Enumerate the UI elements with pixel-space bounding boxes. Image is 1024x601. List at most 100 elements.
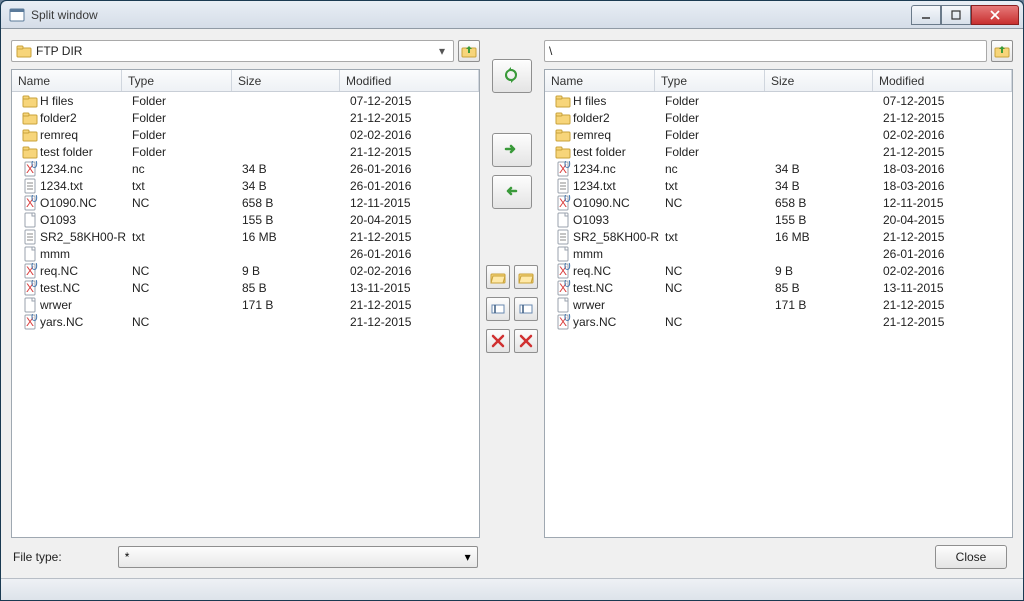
- table-row[interactable]: O1093 155 B 20-04-2015: [12, 211, 479, 228]
- titlebar[interactable]: Split window: [1, 1, 1023, 29]
- table-row[interactable]: SR2_58KH00-R... txt 16 MB 21-12-2015: [12, 228, 479, 245]
- file-modified: 12-11-2015: [344, 196, 479, 210]
- table-row[interactable]: req.NC NC 9 B 02-02-2016: [545, 262, 1012, 279]
- file-name: mmm: [40, 247, 70, 261]
- table-row[interactable]: test.NC NC 85 B 13-11-2015: [545, 279, 1012, 296]
- file-size: 155 B: [236, 213, 344, 227]
- rename-left-button[interactable]: [486, 297, 510, 321]
- open-left-button[interactable]: [486, 265, 510, 289]
- table-row[interactable]: wrwer 171 B 21-12-2015: [545, 296, 1012, 313]
- folder-icon: [555, 110, 571, 126]
- txt-icon: [22, 178, 38, 194]
- delete-right-button[interactable]: [514, 329, 538, 353]
- rename-right-button[interactable]: [514, 297, 538, 321]
- file-modified: 21-12-2015: [344, 315, 479, 329]
- maximize-button[interactable]: [941, 5, 971, 25]
- file-modified: 13-11-2015: [877, 281, 1012, 295]
- table-row[interactable]: mmm 26-01-2016: [12, 245, 479, 262]
- file-size: 85 B: [236, 281, 344, 295]
- file-name: yars.NC: [40, 315, 83, 329]
- file-icon: [22, 246, 38, 262]
- file-modified: 18-03-2016: [877, 162, 1012, 176]
- window-title: Split window: [31, 8, 911, 22]
- file-type: NC: [126, 315, 236, 329]
- refresh-button[interactable]: [492, 59, 532, 93]
- col-modified[interactable]: Modified: [873, 70, 1012, 91]
- file-type: txt: [659, 179, 769, 193]
- nc-icon: [555, 195, 571, 211]
- table-row[interactable]: remreq Folder 02-02-2016: [545, 126, 1012, 143]
- close-window-button[interactable]: [971, 5, 1019, 25]
- table-row[interactable]: remreq Folder 02-02-2016: [12, 126, 479, 143]
- copy-left-button[interactable]: [492, 175, 532, 209]
- table-row[interactable]: yars.NC NC 21-12-2015: [545, 313, 1012, 330]
- file-size: 9 B: [769, 264, 877, 278]
- table-row[interactable]: folder2 Folder 21-12-2015: [545, 109, 1012, 126]
- close-button[interactable]: Close: [935, 545, 1007, 569]
- table-row[interactable]: O1090.NC NC 658 B 12-11-2015: [545, 194, 1012, 211]
- table-row[interactable]: 1234.txt txt 34 B 26-01-2016: [12, 177, 479, 194]
- txt-icon: [555, 229, 571, 245]
- file-name: req.NC: [573, 264, 611, 278]
- file-icon: [22, 297, 38, 313]
- file-icon: [555, 246, 571, 262]
- file-type: nc: [126, 162, 236, 176]
- col-type[interactable]: Type: [655, 70, 765, 91]
- left-listview[interactable]: Name Type Size Modified H files Folder 0…: [11, 69, 480, 538]
- right-pane: \ Name Type Size Modified H files Folder…: [544, 39, 1013, 538]
- file-modified: 21-12-2015: [877, 145, 1012, 159]
- col-size[interactable]: Size: [232, 70, 340, 91]
- right-path-combo[interactable]: \: [544, 40, 987, 62]
- filetype-combo[interactable]: * ▾: [118, 546, 478, 568]
- left-path-combo[interactable]: FTP DIR ▾: [11, 40, 454, 62]
- table-row[interactable]: 1234.nc nc 34 B 26-01-2016: [12, 160, 479, 177]
- table-row[interactable]: O1093 155 B 20-04-2015: [545, 211, 1012, 228]
- file-type: Folder: [659, 145, 769, 159]
- col-modified[interactable]: Modified: [340, 70, 479, 91]
- file-name: H files: [40, 94, 73, 108]
- table-row[interactable]: test.NC NC 85 B 13-11-2015: [12, 279, 479, 296]
- file-modified: 12-11-2015: [877, 196, 1012, 210]
- table-row[interactable]: req.NC NC 9 B 02-02-2016: [12, 262, 479, 279]
- file-modified: 21-12-2015: [877, 111, 1012, 125]
- col-name[interactable]: Name: [545, 70, 655, 91]
- folder-icon: [22, 144, 38, 160]
- file-name: folder2: [40, 111, 77, 125]
- filetype-label: File type:: [11, 550, 62, 564]
- table-row[interactable]: 1234.nc nc 34 B 18-03-2016: [545, 160, 1012, 177]
- delete-left-button[interactable]: [486, 329, 510, 353]
- col-size[interactable]: Size: [765, 70, 873, 91]
- table-row[interactable]: mmm 26-01-2016: [545, 245, 1012, 262]
- table-row[interactable]: O1090.NC NC 658 B 12-11-2015: [12, 194, 479, 211]
- col-type[interactable]: Type: [122, 70, 232, 91]
- folder-icon: [555, 93, 571, 109]
- right-up-button[interactable]: [991, 40, 1013, 62]
- open-right-button[interactable]: [514, 265, 538, 289]
- table-row[interactable]: folder2 Folder 21-12-2015: [12, 109, 479, 126]
- file-name: yars.NC: [573, 315, 616, 329]
- table-row[interactable]: 1234.txt txt 34 B 18-03-2016: [545, 177, 1012, 194]
- file-name: wrwer: [573, 298, 605, 312]
- file-modified: 20-04-2015: [344, 213, 479, 227]
- col-name[interactable]: Name: [12, 70, 122, 91]
- right-path-text: \: [549, 44, 982, 58]
- table-row[interactable]: test folder Folder 21-12-2015: [545, 143, 1012, 160]
- minimize-button[interactable]: [911, 5, 941, 25]
- bottom-bar: File type: * ▾ Close: [11, 538, 1013, 572]
- file-size: 9 B: [236, 264, 344, 278]
- table-row[interactable]: H files Folder 07-12-2015: [545, 92, 1012, 109]
- table-row[interactable]: wrwer 171 B 21-12-2015: [12, 296, 479, 313]
- table-row[interactable]: H files Folder 07-12-2015: [12, 92, 479, 109]
- left-up-button[interactable]: [458, 40, 480, 62]
- table-row[interactable]: test folder Folder 21-12-2015: [12, 143, 479, 160]
- file-size: 34 B: [236, 162, 344, 176]
- nc-icon: [555, 161, 571, 177]
- table-row[interactable]: yars.NC NC 21-12-2015: [12, 313, 479, 330]
- nc-icon: [555, 314, 571, 330]
- right-listview[interactable]: Name Type Size Modified H files Folder 0…: [544, 69, 1013, 538]
- file-modified: 21-12-2015: [877, 298, 1012, 312]
- file-modified: 20-04-2015: [877, 213, 1012, 227]
- table-row[interactable]: SR2_58KH00-RT... txt 16 MB 21-12-2015: [545, 228, 1012, 245]
- copy-right-button[interactable]: [492, 133, 532, 167]
- file-name: O1093: [40, 213, 76, 227]
